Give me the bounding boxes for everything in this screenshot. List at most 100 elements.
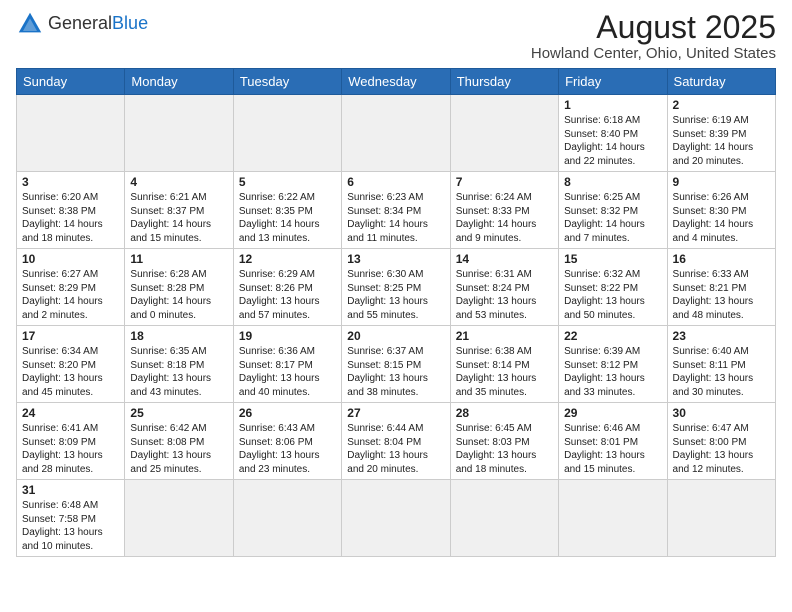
header-wednesday: Wednesday <box>342 69 450 95</box>
day-number: 23 <box>673 329 770 343</box>
table-row: 9 Sunrise: 6:26 AM Sunset: 8:30 PM Daylig… <box>667 172 775 249</box>
day-number: 11 <box>130 252 227 266</box>
day-number: 21 <box>456 329 553 343</box>
table-row: 22Sunrise: 6:39 AM Sunset: 8:12 PM Dayli… <box>559 326 667 403</box>
calendar-title: August 2025 <box>531 10 776 45</box>
day-info: Sunrise: 6:30 AM Sunset: 8:25 PM Dayligh… <box>347 268 444 322</box>
day-number: 8 <box>564 175 661 189</box>
day-number: 2 <box>673 98 770 112</box>
table-row: 1Sunrise: 6:18 AM Sunset: 8:40 PM Daylig… <box>559 95 667 172</box>
calendar-subtitle: Howland Center, Ohio, United States <box>531 45 776 62</box>
header-sunday: Sunday <box>17 69 125 95</box>
day-number: 12 <box>239 252 336 266</box>
day-number: 16 <box>673 252 770 266</box>
day-info: Sunrise: 6:28 AM Sunset: 8:28 PM Dayligh… <box>130 268 227 322</box>
table-row: 13 Sunrise: 6:30 AM Sunset: 8:25 PM Dayli… <box>342 249 450 326</box>
day-number: 4 <box>130 175 227 189</box>
logo-text: GeneralBlue <box>48 14 148 34</box>
day-number: 31 <box>22 483 119 497</box>
day-info: Sunrise: 6:44 AM Sunset: 8:04 PM Dayligh… <box>347 422 444 476</box>
table-row: 20Sunrise: 6:37 AM Sunset: 8:15 PM Dayli… <box>342 326 450 403</box>
day-info: Sunrise: 6:21 AM Sunset: 8:37 PM Dayligh… <box>130 191 227 245</box>
day-info: Sunrise: 6:35 AM Sunset: 8:18 PM Dayligh… <box>130 345 227 399</box>
table-row: 5Sunrise: 6:22 AM Sunset: 8:35 PM Daylig… <box>233 172 341 249</box>
day-info: Sunrise: 6:38 AM Sunset: 8:14 PM Dayligh… <box>456 345 553 399</box>
day-number: 20 <box>347 329 444 343</box>
table-row: 7 Sunrise: 6:24 AM Sunset: 8:33 PM Daylig… <box>450 172 558 249</box>
day-info: Sunrise: 6:27 AM Sunset: 8:29 PM Dayligh… <box>22 268 119 322</box>
day-number: 15 <box>564 252 661 266</box>
day-info: Sunrise: 6:24 AM Sunset: 8:33 PM Dayligh… <box>456 191 553 245</box>
day-number: 22 <box>564 329 661 343</box>
day-number: 7 <box>456 175 553 189</box>
day-info: Sunrise: 6:26 AM Sunset: 8:30 PM Dayligh… <box>673 191 770 245</box>
title-block: August 2025 Howland Center, Ohio, United… <box>531 10 776 62</box>
day-info: Sunrise: 6:41 AM Sunset: 8:09 PM Dayligh… <box>22 422 119 476</box>
table-row: 12 Sunrise: 6:29 AM Sunset: 8:26 PM Dayli… <box>233 249 341 326</box>
calendar-table: Sunday Monday Tuesday Wednesday Thursday… <box>16 68 776 557</box>
table-row: 19 Sunrise: 6:36 AM Sunset: 8:17 PM Dayli… <box>233 326 341 403</box>
table-row: 24 Sunrise: 6:41 AM Sunset: 8:09 PM Dayli… <box>17 403 125 480</box>
day-number: 29 <box>564 406 661 420</box>
day-info: Sunrise: 6:33 AM Sunset: 8:21 PM Dayligh… <box>673 268 770 322</box>
table-row: 17Sunrise: 6:34 AM Sunset: 8:20 PM Dayli… <box>17 326 125 403</box>
day-number: 13 <box>347 252 444 266</box>
table-row: 16 Sunrise: 6:33 AM Sunset: 8:21 PM Dayli… <box>667 249 775 326</box>
day-info: Sunrise: 6:22 AM Sunset: 8:35 PM Dayligh… <box>239 191 336 245</box>
table-row <box>667 480 775 557</box>
table-row: 18 Sunrise: 6:35 AM Sunset: 8:18 PM Dayli… <box>125 326 233 403</box>
table-row: 4 Sunrise: 6:21 AM Sunset: 8:37 PM Daylig… <box>125 172 233 249</box>
day-number: 9 <box>673 175 770 189</box>
day-info: Sunrise: 6:29 AM Sunset: 8:26 PM Dayligh… <box>239 268 336 322</box>
logo: GeneralBlue <box>16 10 148 38</box>
day-number: 27 <box>347 406 444 420</box>
table-row: 27 Sunrise: 6:44 AM Sunset: 8:04 PM Dayli… <box>342 403 450 480</box>
table-row: 31 Sunrise: 6:48 AM Sunset: 7:58 PM Dayli… <box>17 480 125 557</box>
table-row <box>125 95 233 172</box>
day-info: Sunrise: 6:43 AM Sunset: 8:06 PM Dayligh… <box>239 422 336 476</box>
day-info: Sunrise: 6:48 AM Sunset: 7:58 PM Dayligh… <box>22 499 119 553</box>
table-row: 26Sunrise: 6:43 AM Sunset: 8:06 PM Dayli… <box>233 403 341 480</box>
table-row: 14Sunrise: 6:31 AM Sunset: 8:24 PM Dayli… <box>450 249 558 326</box>
table-row: 8 Sunrise: 6:25 AM Sunset: 8:32 PM Daylig… <box>559 172 667 249</box>
day-info: Sunrise: 6:45 AM Sunset: 8:03 PM Dayligh… <box>456 422 553 476</box>
table-row: 21 Sunrise: 6:38 AM Sunset: 8:14 PM Dayli… <box>450 326 558 403</box>
day-info: Sunrise: 6:19 AM Sunset: 8:39 PM Dayligh… <box>673 114 770 168</box>
day-number: 10 <box>22 252 119 266</box>
header-monday: Monday <box>125 69 233 95</box>
day-number: 28 <box>456 406 553 420</box>
table-row <box>342 95 450 172</box>
header-tuesday: Tuesday <box>233 69 341 95</box>
table-row: 28 Sunrise: 6:45 AM Sunset: 8:03 PM Dayli… <box>450 403 558 480</box>
table-row <box>342 480 450 557</box>
header-saturday: Saturday <box>667 69 775 95</box>
table-row: 15 Sunrise: 6:32 AM Sunset: 8:22 PM Dayli… <box>559 249 667 326</box>
day-number: 17 <box>22 329 119 343</box>
day-number: 6 <box>347 175 444 189</box>
page: GeneralBlue August 2025 Howland Center, … <box>0 0 792 567</box>
day-number: 14 <box>456 252 553 266</box>
table-row <box>450 480 558 557</box>
day-number: 18 <box>130 329 227 343</box>
day-info: Sunrise: 6:36 AM Sunset: 8:17 PM Dayligh… <box>239 345 336 399</box>
day-number: 30 <box>673 406 770 420</box>
table-row: 30 Sunrise: 6:47 AM Sunset: 8:00 PM Dayli… <box>667 403 775 480</box>
table-row: 6Sunrise: 6:23 AM Sunset: 8:34 PM Daylig… <box>342 172 450 249</box>
table-row <box>233 480 341 557</box>
day-info: Sunrise: 6:47 AM Sunset: 8:00 PM Dayligh… <box>673 422 770 476</box>
day-info: Sunrise: 6:32 AM Sunset: 8:22 PM Dayligh… <box>564 268 661 322</box>
weekday-header-row: Sunday Monday Tuesday Wednesday Thursday… <box>17 69 776 95</box>
table-row <box>450 95 558 172</box>
day-info: Sunrise: 6:42 AM Sunset: 8:08 PM Dayligh… <box>130 422 227 476</box>
day-number: 19 <box>239 329 336 343</box>
table-row: 11 Sunrise: 6:28 AM Sunset: 8:28 PM Dayli… <box>125 249 233 326</box>
table-row <box>559 480 667 557</box>
header-friday: Friday <box>559 69 667 95</box>
day-info: Sunrise: 6:40 AM Sunset: 8:11 PM Dayligh… <box>673 345 770 399</box>
day-info: Sunrise: 6:46 AM Sunset: 8:01 PM Dayligh… <box>564 422 661 476</box>
table-row <box>125 480 233 557</box>
table-row: 10 Sunrise: 6:27 AM Sunset: 8:29 PM Dayli… <box>17 249 125 326</box>
day-info: Sunrise: 6:25 AM Sunset: 8:32 PM Dayligh… <box>564 191 661 245</box>
day-number: 24 <box>22 406 119 420</box>
day-info: Sunrise: 6:20 AM Sunset: 8:38 PM Dayligh… <box>22 191 119 245</box>
